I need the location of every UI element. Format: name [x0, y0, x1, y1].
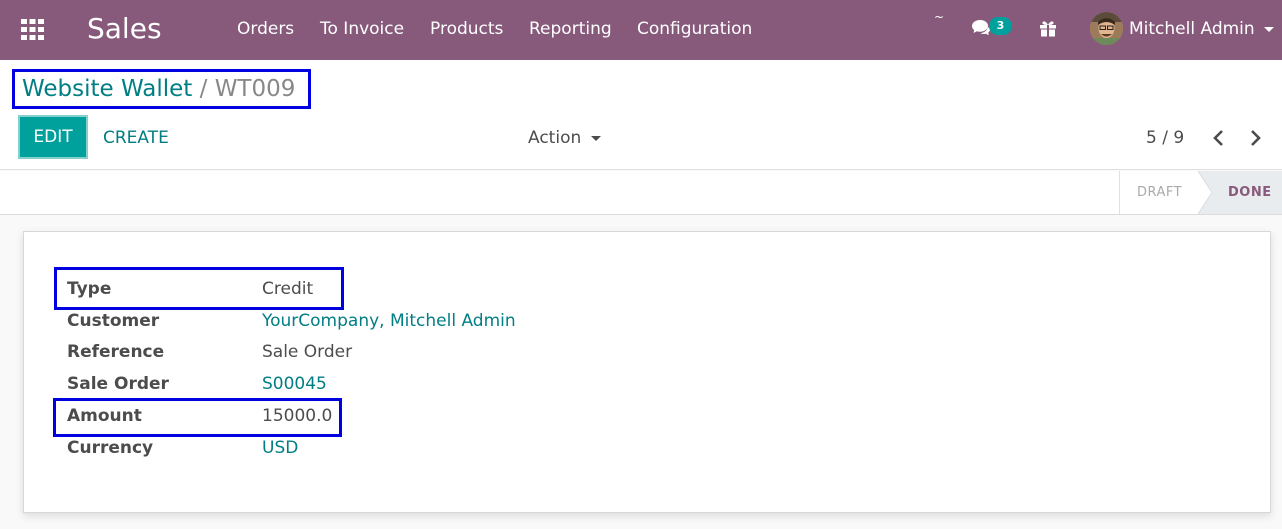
create-button[interactable]: CREATE — [103, 128, 169, 148]
app-brand: Sales — [87, 12, 162, 45]
chat-count-badge: 3 — [989, 17, 1012, 35]
breadcrumb: Website Wallet / WT009 — [12, 69, 311, 109]
action-dropdown[interactable]: Action — [528, 128, 581, 148]
field-label-sale-order: Sale Order — [67, 374, 169, 394]
field-value-sale-order[interactable]: S00045 — [262, 374, 327, 394]
field-value-customer[interactable]: YourCompany, Mitchell Admin — [262, 311, 516, 331]
field-label-reference: Reference — [67, 342, 165, 362]
user-avatar[interactable] — [1090, 12, 1123, 45]
breadcrumb-current: WT009 — [214, 76, 296, 102]
chevron-right-icon[interactable] — [1248, 129, 1262, 147]
menu-to-invoice[interactable]: To Invoice — [320, 19, 404, 39]
user-menu[interactable]: Mitchell Admin — [1129, 19, 1255, 39]
highlight-box-type — [54, 267, 344, 310]
top-navbar: Sales Orders To Invoice Products Reporti… — [0, 0, 1282, 60]
breadcrumb-separator: / — [192, 76, 215, 102]
status-bar: DRAFT DONE — [0, 171, 1282, 215]
form-sheet: Type Credit Customer YourCompany, Mitche… — [23, 231, 1271, 513]
field-value-reference: Sale Order — [262, 342, 353, 362]
gift-icon[interactable] — [1039, 19, 1057, 37]
stage-arrow — [1198, 171, 1212, 214]
highlight-box-amount — [53, 398, 342, 437]
chevron-down-icon[interactable] — [591, 136, 601, 141]
chevron-left-icon[interactable] — [1212, 129, 1226, 147]
breadcrumb-parent[interactable]: Website Wallet — [22, 76, 192, 102]
pager-value[interactable]: 5 / 9 — [1146, 128, 1184, 148]
control-panel: Website Wallet / WT009 EDIT CREATE Actio… — [0, 60, 1282, 170]
apps-grid-icon[interactable] — [21, 19, 44, 40]
stage-draft[interactable]: DRAFT — [1119, 171, 1199, 214]
menu-orders[interactable]: Orders — [237, 19, 294, 39]
tilde-mark: ~ — [934, 10, 945, 24]
field-label-customer: Customer — [67, 311, 160, 331]
menu-configuration[interactable]: Configuration — [637, 19, 752, 39]
menu-products[interactable]: Products — [430, 19, 503, 39]
edit-button[interactable]: EDIT — [18, 115, 88, 159]
menu-reporting[interactable]: Reporting — [529, 19, 612, 39]
field-label-currency: Currency — [67, 438, 154, 458]
chevron-down-icon[interactable] — [1264, 27, 1274, 32]
field-value-currency[interactable]: USD — [262, 438, 298, 458]
